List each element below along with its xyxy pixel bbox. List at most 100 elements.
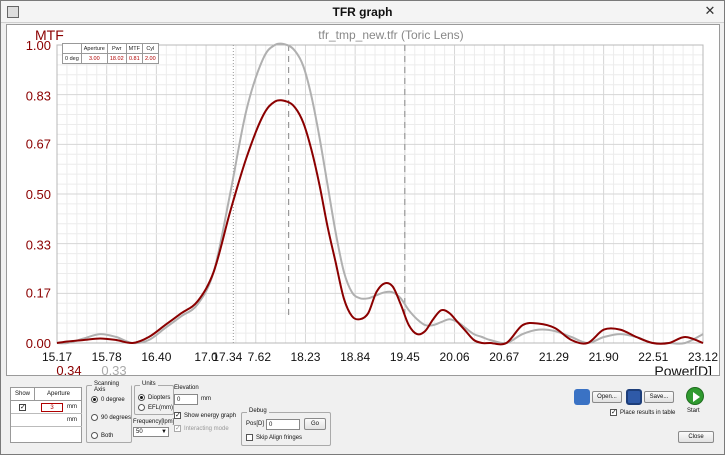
mtf-table-cell: 0.81: [125, 53, 143, 64]
x-tick-label: 15.17: [42, 350, 72, 364]
mtf-table-header: Aperture: [80, 43, 108, 54]
x-tick-label: 18.23: [290, 350, 320, 364]
debug-title: Debug: [247, 408, 269, 414]
show-energy-checkbox[interactable]: ✓ Show energy graph: [174, 412, 236, 419]
x-tick-label: 23.12: [688, 350, 718, 364]
x-tick-label: 7.62: [248, 350, 272, 364]
graph-panel: tfr_tmp_new.tfr (Toric Lens) MTF Power[D] 1…: [6, 24, 720, 379]
y-tick-label: 0.17: [26, 285, 51, 300]
radio-label: Both: [101, 433, 114, 440]
open-folder-icon[interactable]: [574, 389, 590, 405]
mtf-table-header-row: Aperture Pwr MTF Cyl: [62, 43, 159, 54]
show-checkbox[interactable]: ✓: [19, 404, 26, 411]
radio-icon: [91, 414, 98, 421]
checkbox-icon: [246, 434, 253, 441]
title-bar: TFR graph ✕: [1, 1, 724, 23]
x-tick-label: 20.67: [489, 350, 519, 364]
mtf-chart: tfr_tmp_new.tfr (Toric Lens) MTF Power[D] 1…: [26, 27, 719, 379]
interacting-mode-checkbox[interactable]: ✓ Interacting mode: [174, 425, 229, 432]
scanning-axis-title: Scanning Axis: [92, 381, 131, 393]
elevation-label: Elevation: [174, 385, 199, 391]
gray-series-readout: 0.33: [101, 363, 126, 375]
checkbox-checked-icon: ✓: [174, 425, 181, 432]
checkbox-label: Skip Align fringes: [256, 435, 303, 442]
show-column-header: Show: [11, 388, 35, 401]
window-title: TFR graph: [332, 5, 393, 19]
mtf-table-cell: 2.00: [141, 53, 159, 64]
radio-90-degrees[interactable]: 90 degrees: [91, 414, 131, 421]
start-label[interactable]: Start: [687, 408, 700, 414]
save-button[interactable]: Save...: [644, 391, 674, 403]
radio-selected-icon: [91, 396, 98, 403]
mtf-summary-table: Aperture Pwr MTF Cyl 0 deg 3.00 18.02 0.…: [62, 43, 159, 64]
scanning-axis-group: Scanning Axis 0 degree 90 degrees Both: [86, 381, 132, 443]
radio-selected-icon: [138, 394, 145, 401]
elevation-input[interactable]: 0: [174, 394, 198, 405]
radio-both[interactable]: Both: [91, 432, 113, 439]
x-tick-label: 15.78: [92, 350, 122, 364]
radio-icon: [91, 432, 98, 439]
mtf-table-row: 0 deg 3.00 18.02 0.81 2.00: [62, 53, 159, 64]
aperture-unit: mm: [67, 417, 77, 423]
aperture-table: Show Aperture ✓ 3 mm mm: [10, 387, 82, 443]
frequency-label: Frequency[lpm]: [133, 419, 175, 425]
go-button[interactable]: Go: [304, 418, 326, 430]
frequency-select[interactable]: 50 ▼: [133, 427, 169, 437]
controls-panel: Show Aperture ✓ 3 mm mm Scanning Axis 0 …: [6, 379, 720, 451]
mtf-table-header: Pwr: [106, 43, 127, 54]
debug-group: Debug Pos[D] 0 Go Skip Align fringes: [241, 408, 331, 446]
pos-label: Pos[D]: [246, 421, 265, 427]
x-tick-label: 20.06: [440, 350, 470, 364]
close-button[interactable]: Close: [678, 431, 714, 443]
mtf-table-cell: 0 deg: [62, 53, 82, 64]
aperture-row: mm: [11, 414, 82, 427]
mtf-table-cell: 18.02: [106, 53, 127, 64]
y-tick-label: 0.00: [26, 336, 51, 351]
y-tick-label: 0.50: [26, 187, 51, 202]
x-tick-label: 22.51: [638, 350, 668, 364]
aperture-row: ✓ 3 mm: [11, 401, 82, 414]
x-tick-label: 21.90: [589, 350, 619, 364]
radio-diopters[interactable]: Diopters: [138, 394, 170, 401]
open-button[interactable]: Open...: [592, 391, 622, 403]
y-tick-label: 0.33: [26, 238, 51, 253]
elevation-unit: mm: [201, 396, 211, 402]
radio-label: Diopters: [148, 395, 171, 402]
save-disk-icon[interactable]: [626, 389, 642, 405]
chevron-down-icon: ▼: [161, 429, 167, 435]
frequency-value: 50: [136, 429, 143, 435]
aperture-unit: mm: [67, 404, 77, 410]
place-results-checkbox[interactable]: ✓ Place results in table: [610, 409, 675, 416]
radio-efl[interactable]: EFL(mm): [138, 404, 173, 411]
radio-label: EFL(mm): [148, 405, 173, 412]
radio-label: 0 degree: [101, 397, 125, 404]
x-tick-label: 18.84: [340, 350, 370, 364]
checkbox-checked-icon: ✓: [174, 412, 181, 419]
red-series-readout: 0.34: [56, 363, 81, 375]
x-tick-label: 21.29: [539, 350, 569, 364]
series-line-red: [56, 99, 704, 346]
aperture-input[interactable]: 3: [41, 403, 63, 412]
checkbox-checked-icon: ✓: [610, 409, 617, 416]
y-tick-label: 0.67: [26, 136, 51, 151]
window-close-icon[interactable]: ✕: [702, 4, 718, 19]
checkbox-label: Place results in table: [620, 410, 676, 417]
x-tick-label: 16.40: [141, 350, 171, 364]
radio-label: 90 degrees: [101, 415, 132, 422]
radio-0-degree[interactable]: 0 degree: [91, 396, 125, 403]
y-tick-label: 0.83: [26, 89, 51, 104]
start-play-icon[interactable]: [686, 387, 704, 405]
mtf-table-cell: 3.00: [80, 53, 108, 64]
aperture-column-header: Aperture: [35, 388, 82, 401]
skip-align-checkbox[interactable]: Skip Align fringes: [246, 434, 302, 441]
mtf-table-header: MTF: [125, 43, 143, 54]
x-axis-title: Power[D]: [654, 363, 712, 375]
checkbox-label: Interacting mode: [184, 426, 229, 433]
y-tick-label: 1.00: [26, 38, 51, 53]
radio-icon: [138, 404, 145, 411]
pos-input[interactable]: 0: [266, 419, 300, 430]
chart-subtitle: tfr_tmp_new.tfr (Toric Lens): [318, 28, 463, 42]
checkbox-label: Show energy graph: [184, 413, 237, 420]
units-title: Units: [140, 381, 158, 387]
units-group: Units Diopters EFL(mm): [134, 381, 174, 415]
